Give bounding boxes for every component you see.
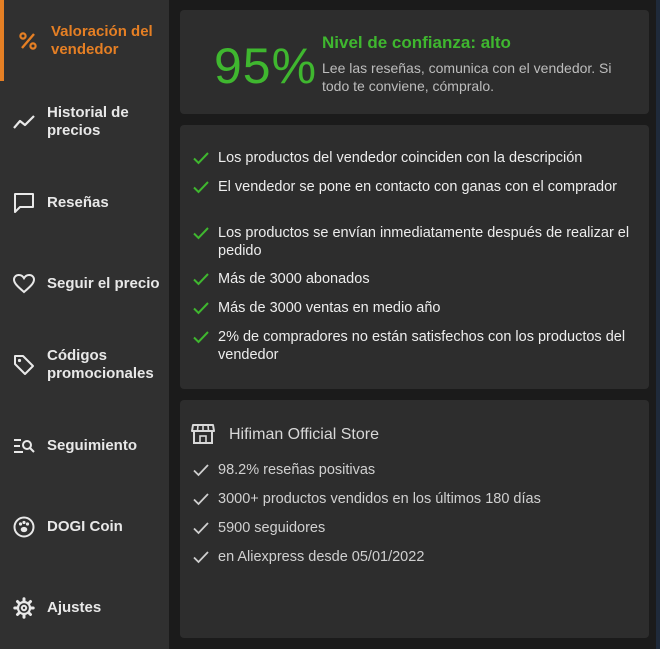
gear-icon	[12, 596, 36, 620]
store-stat-item: en Aliexpress desde 05/01/2022	[192, 548, 642, 566]
sidebar-item-codigos[interactable]: Códigos promocionales	[0, 324, 169, 405]
store-stat-item: 98.2% reseñas positivas	[192, 461, 642, 479]
check-icon	[193, 302, 209, 315]
sidebar-item-ajustes[interactable]: Ajustes	[0, 567, 169, 648]
store-name: Hifiman Official Store	[229, 426, 379, 443]
check-icon	[193, 522, 209, 535]
store-stat-item: 5900 seguidores	[192, 519, 642, 537]
check-icon	[193, 152, 209, 165]
store-card: Hifiman Official Store 98.2% reseñas pos…	[180, 400, 649, 638]
main-panel: 95% Nivel de confianza: alto Lee las res…	[169, 0, 660, 649]
store-stat-text: 5900 seguidores	[218, 520, 326, 536]
sidebar-item-label: Seguimiento	[47, 436, 138, 454]
check-text: Más de 3000 ventas en medio año	[218, 300, 441, 316]
sidebar-item-historial[interactable]: Historial de precios	[0, 81, 169, 162]
check-item: Los productos del vendedor coinciden con…	[192, 149, 642, 167]
sidebar-item-valoracion[interactable]: Valoración del vendedor	[0, 0, 169, 81]
window-edge	[656, 0, 660, 649]
store-stat-text: en Aliexpress desde 05/01/2022	[218, 549, 425, 565]
sidebar: Valoración del vendedor Historial de pre…	[0, 0, 169, 649]
check-icon	[193, 273, 209, 286]
check-icon	[193, 551, 209, 564]
sidebar-item-label: Reseñas	[47, 193, 109, 211]
store-icon	[191, 424, 215, 444]
sidebar-item-label: Valoración del vendedor	[51, 22, 153, 58]
check-icon	[193, 331, 209, 344]
check-text: Los productos del vendedor coinciden con…	[218, 150, 583, 166]
sidebar-item-seguimiento[interactable]: Seguimiento	[0, 405, 169, 486]
check-text: 2% de compradores no están satisfechos c…	[218, 329, 626, 363]
check-item: El vendedor se pone en contacto con gana…	[192, 178, 642, 196]
trust-level-title: Nivel de confianza: alto	[322, 33, 511, 52]
percent-icon	[16, 29, 40, 53]
trend-line-icon	[12, 110, 36, 134]
store-stat-text: 98.2% reseñas positivas	[218, 462, 376, 478]
trust-description: Lee las reseñas, comunica con el vendedo…	[322, 60, 612, 94]
trust-score: 95%	[214, 38, 318, 94]
check-icon	[193, 464, 209, 477]
heart-icon	[12, 272, 36, 296]
check-text: El vendedor se pone en contacto con gana…	[218, 179, 618, 195]
paw-icon	[12, 515, 36, 539]
chat-bubble-icon	[12, 191, 36, 215]
check-icon	[193, 181, 209, 194]
sidebar-item-resenas[interactable]: Reseñas	[0, 162, 169, 243]
check-item: Los productos se envían inmediatamente d…	[192, 224, 642, 260]
sidebar-item-label: Historial de precios	[47, 103, 129, 139]
sidebar-item-label: Ajustes	[47, 598, 102, 616]
check-text: Más de 3000 abonados	[218, 271, 370, 287]
sidebar-item-seguir-precio[interactable]: Seguir el precio	[0, 243, 169, 324]
sidebar-item-label: Seguir el precio	[47, 274, 160, 292]
check-text: Los productos se envían inmediatamente d…	[218, 225, 630, 259]
check-icon	[193, 227, 209, 240]
check-item: Más de 3000 ventas en medio año	[192, 299, 642, 317]
store-stat-item: 3000+ productos vendidos en los últimos …	[192, 490, 642, 508]
sidebar-item-dogi-coin[interactable]: DOGI Coin	[0, 486, 169, 567]
sidebar-item-label: DOGI Coin	[47, 517, 123, 535]
store-stat-text: 3000+ productos vendidos en los últimos …	[218, 491, 541, 507]
check-icon	[193, 493, 209, 506]
sidebar-item-label: Códigos promocionales	[47, 346, 154, 382]
search-list-icon	[12, 434, 36, 458]
checks-card: Los productos del vendedor coinciden con…	[180, 125, 649, 389]
check-item: 2% de compradores no están satisfechos c…	[192, 328, 642, 364]
check-item: Más de 3000 abonados	[192, 270, 642, 288]
trust-card: 95% Nivel de confianza: alto Lee las res…	[180, 10, 649, 114]
tag-icon	[12, 353, 36, 377]
